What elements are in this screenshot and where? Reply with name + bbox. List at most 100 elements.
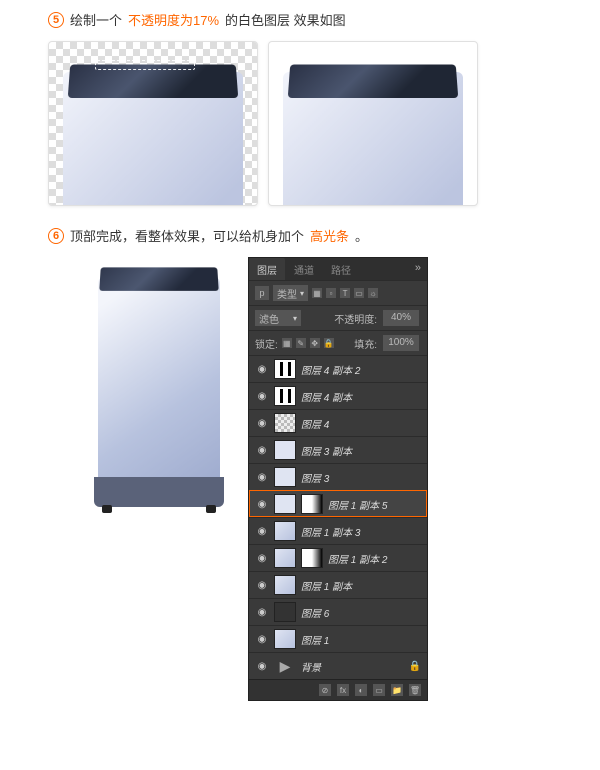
visibility-eye-icon[interactable]: ◉ (255, 472, 269, 483)
tab-channels[interactable]: 通道 (286, 258, 322, 280)
layer-thumbnail[interactable] (274, 629, 296, 649)
layer-name[interactable]: 图层 4 副本 2 (301, 362, 421, 377)
link-layers-icon[interactable]: ⊘ (319, 684, 331, 696)
fill-input[interactable]: 100% (383, 335, 419, 351)
layer-thumbnail[interactable] (274, 602, 296, 622)
layer-row[interactable]: ◉ 图层 4 副本 (249, 382, 427, 409)
image-washer-top-transparent (48, 41, 258, 206)
layer-thumbnail[interactable] (274, 494, 296, 514)
filter-shape-icon[interactable]: ▭ (354, 288, 364, 298)
layer-thumbnail[interactable] (274, 467, 296, 487)
filter-pixel-icon[interactable]: ▦ (312, 288, 322, 298)
step-5-text-2: 的白色图层 效果如图 (225, 10, 346, 29)
step-5-images (48, 41, 600, 206)
layer-name[interactable]: 图层 1 副本 2 (328, 551, 421, 566)
opacity-label: 不透明度: (334, 311, 377, 326)
layer-row[interactable]: ◉ 图层 1 副本 3 (249, 517, 427, 544)
panel-tabs: 图层 通道 路径 » (249, 258, 427, 280)
visibility-eye-icon[interactable]: ◉ (255, 580, 269, 591)
step-6-content: 图层 通道 路径 » p 类型▾ ▦ ▫ T ▭ ☼ 滤色▾ 不透明 (48, 257, 600, 701)
layer-name[interactable]: 图层 4 (301, 416, 421, 431)
layer-name[interactable]: 图层 3 (301, 470, 421, 485)
layer-row[interactable]: ◉ 图层 1 副本 (249, 571, 427, 598)
layer-row[interactable]: ◉ 图层 1 副本 2 (249, 544, 427, 571)
step-5-highlight: 不透明度为17% (128, 10, 219, 29)
blend-mode-value: 滤色 (259, 311, 279, 326)
fx-icon[interactable]: fx (337, 684, 349, 696)
layer-thumbnail[interactable] (274, 575, 296, 595)
filter-adjust-icon[interactable]: ▫ (326, 288, 336, 298)
trash-icon[interactable]: 🗑 (409, 684, 421, 696)
mask-icon[interactable]: ◐ (355, 684, 367, 696)
visibility-eye-icon[interactable]: ◉ (255, 553, 269, 564)
blend-mode-select[interactable]: 滤色▾ (255, 310, 301, 326)
filter-kind-label: 类型 (277, 286, 297, 301)
panel-footer: ⊘ fx ◐ ▭ 📁 🗑 (249, 679, 427, 700)
washer-icon (273, 72, 473, 206)
visibility-eye-icon[interactable]: ◉ (255, 661, 269, 672)
filter-kind-icon[interactable]: p (255, 286, 269, 300)
layer-thumbnail[interactable] (274, 548, 296, 568)
layer-list: ◉ 图层 4 副本 2 ◉ 图层 4 副本 ◉ 图层 4 ◉ 图层 3 副本 ◉ 图层 3 ◉ 图层 … (249, 355, 427, 679)
visibility-eye-icon[interactable]: ◉ (255, 526, 269, 537)
step-5-heading: 5 绘制一个不透明度为17%的白色图层 效果如图 (48, 10, 600, 29)
panel-menu-icon[interactable]: » (415, 262, 421, 274)
layer-thumbnail[interactable]: ▶ (274, 656, 296, 676)
tab-layers[interactable]: 图层 (249, 258, 285, 280)
layer-row[interactable]: ◉ 图层 4 副本 2 (249, 355, 427, 382)
lock-position-icon[interactable]: ✥ (310, 338, 320, 348)
step-5-bullet: 5 (48, 12, 64, 28)
layer-mask-thumbnail[interactable] (301, 494, 323, 514)
visibility-eye-icon[interactable]: ◉ (255, 445, 269, 456)
layer-thumbnail[interactable] (274, 521, 296, 541)
filter-kind-select[interactable]: 类型▾ (273, 285, 308, 301)
layer-row[interactable]: ◉ 图层 6 (249, 598, 427, 625)
washer-icon (53, 72, 253, 206)
layer-thumbnail[interactable] (274, 440, 296, 460)
step-6-bullet: 6 (48, 228, 64, 244)
lock-label: 锁定: (255, 336, 278, 351)
opacity-input[interactable]: 40% (383, 310, 419, 326)
layer-thumbnail[interactable] (274, 413, 296, 433)
layer-name[interactable]: 图层 4 副本 (301, 389, 421, 404)
layer-thumbnail[interactable] (274, 359, 296, 379)
filter-bar: p 类型▾ ▦ ▫ T ▭ ☼ (249, 280, 427, 305)
image-washer-top-solid (268, 41, 478, 206)
layer-row[interactable]: ◉ 图层 4 (249, 409, 427, 436)
layer-row[interactable]: ◉ 图层 3 (249, 463, 427, 490)
visibility-eye-icon[interactable]: ◉ (255, 418, 269, 429)
new-group-icon[interactable]: ▭ (373, 684, 385, 696)
visibility-eye-icon[interactable]: ◉ (255, 499, 269, 510)
visibility-eye-icon[interactable]: ◉ (255, 391, 269, 402)
lock-image-icon[interactable]: ✎ (296, 338, 306, 348)
filter-smart-icon[interactable]: ☼ (368, 288, 378, 298)
step-5: 5 绘制一个不透明度为17%的白色图层 效果如图 (48, 10, 600, 206)
blend-opacity-row: 滤色▾ 不透明度: 40% (249, 305, 427, 330)
visibility-eye-icon[interactable]: ◉ (255, 607, 269, 618)
layer-name[interactable]: 背景 (301, 659, 404, 674)
tab-paths[interactable]: 路径 (323, 258, 359, 280)
layer-name[interactable]: 图层 1 副本 3 (301, 524, 421, 539)
new-layer-icon[interactable]: 📁 (391, 684, 403, 696)
layer-name[interactable]: 图层 3 副本 (301, 443, 421, 458)
layer-row[interactable]: ◉ 图层 3 副本 (249, 436, 427, 463)
layer-name[interactable]: 图层 6 (301, 605, 421, 620)
lock-fill-row: 锁定: ▦ ✎ ✥ 🔒 填充: 100% (249, 330, 427, 355)
lock-transparent-icon[interactable]: ▦ (282, 338, 292, 348)
layer-mask-thumbnail[interactable] (301, 548, 323, 568)
visibility-eye-icon[interactable]: ◉ (255, 634, 269, 645)
lock-all-icon[interactable]: 🔒 (324, 338, 334, 348)
fill-label: 填充: (354, 336, 377, 351)
layer-name[interactable]: 图层 1 (301, 632, 421, 647)
layer-name[interactable]: 图层 1 副本 (301, 578, 421, 593)
layer-name[interactable]: 图层 1 副本 5 (328, 497, 421, 512)
step-6-text-2: 。 (355, 226, 368, 245)
layer-row[interactable]: ◉ 图层 1 (249, 625, 427, 652)
step-6-heading: 6 顶部完成，看整体效果，可以给机身加个高光条。 (48, 226, 600, 245)
layer-thumbnail[interactable] (274, 386, 296, 406)
filter-type-icon[interactable]: T (340, 288, 350, 298)
step-6-text-1: 顶部完成，看整体效果，可以给机身加个 (70, 226, 304, 245)
layer-row[interactable]: ◉ 图层 1 副本 5 (249, 490, 427, 517)
visibility-eye-icon[interactable]: ◉ (255, 364, 269, 375)
layer-row[interactable]: ◉▶背景🔒 (249, 652, 427, 679)
